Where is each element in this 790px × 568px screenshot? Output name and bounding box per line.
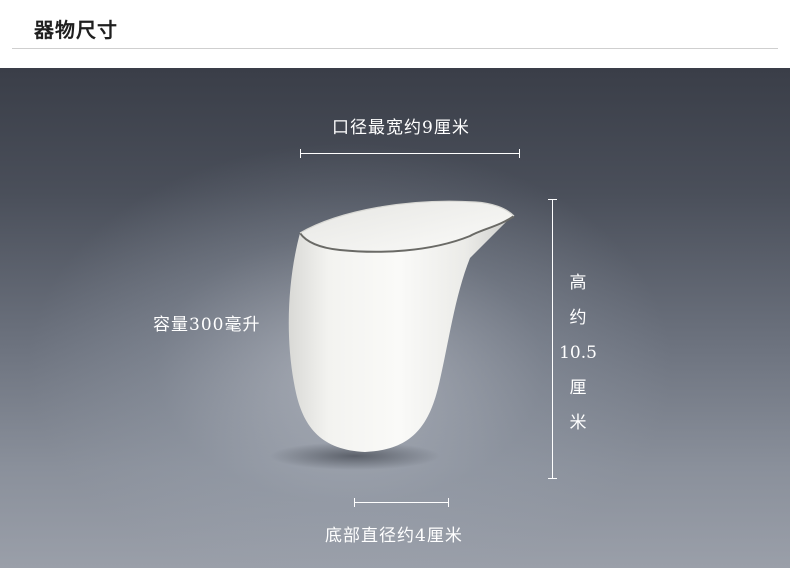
height-label-char: 高 xyxy=(569,273,587,293)
section-title: 器物尺寸 xyxy=(34,18,118,42)
base-diameter-label: 底部直径约4厘米 xyxy=(325,526,463,546)
product-dimension-image: 口径最宽约9厘米 容量300毫升 高 约 10.5 厘 米 底部直径约4厘米 xyxy=(0,68,790,568)
section-header: 器物尺寸 xyxy=(0,0,790,68)
height-label-char: 厘 xyxy=(569,378,587,398)
height-label-value: 10.5 xyxy=(559,343,597,363)
header-divider xyxy=(12,48,778,49)
height-label-char: 米 xyxy=(569,413,587,433)
rim-width-measure-line xyxy=(300,149,520,158)
rim-width-label: 口径最宽约9厘米 xyxy=(332,118,470,138)
height-measure-line xyxy=(548,199,557,479)
height-label: 高 约 10.5 厘 米 xyxy=(556,266,600,441)
fair-cup-pitcher-image xyxy=(270,200,515,470)
base-diameter-measure-line xyxy=(354,498,449,507)
height-label-char: 约 xyxy=(569,308,587,328)
capacity-label: 容量300毫升 xyxy=(153,315,261,335)
